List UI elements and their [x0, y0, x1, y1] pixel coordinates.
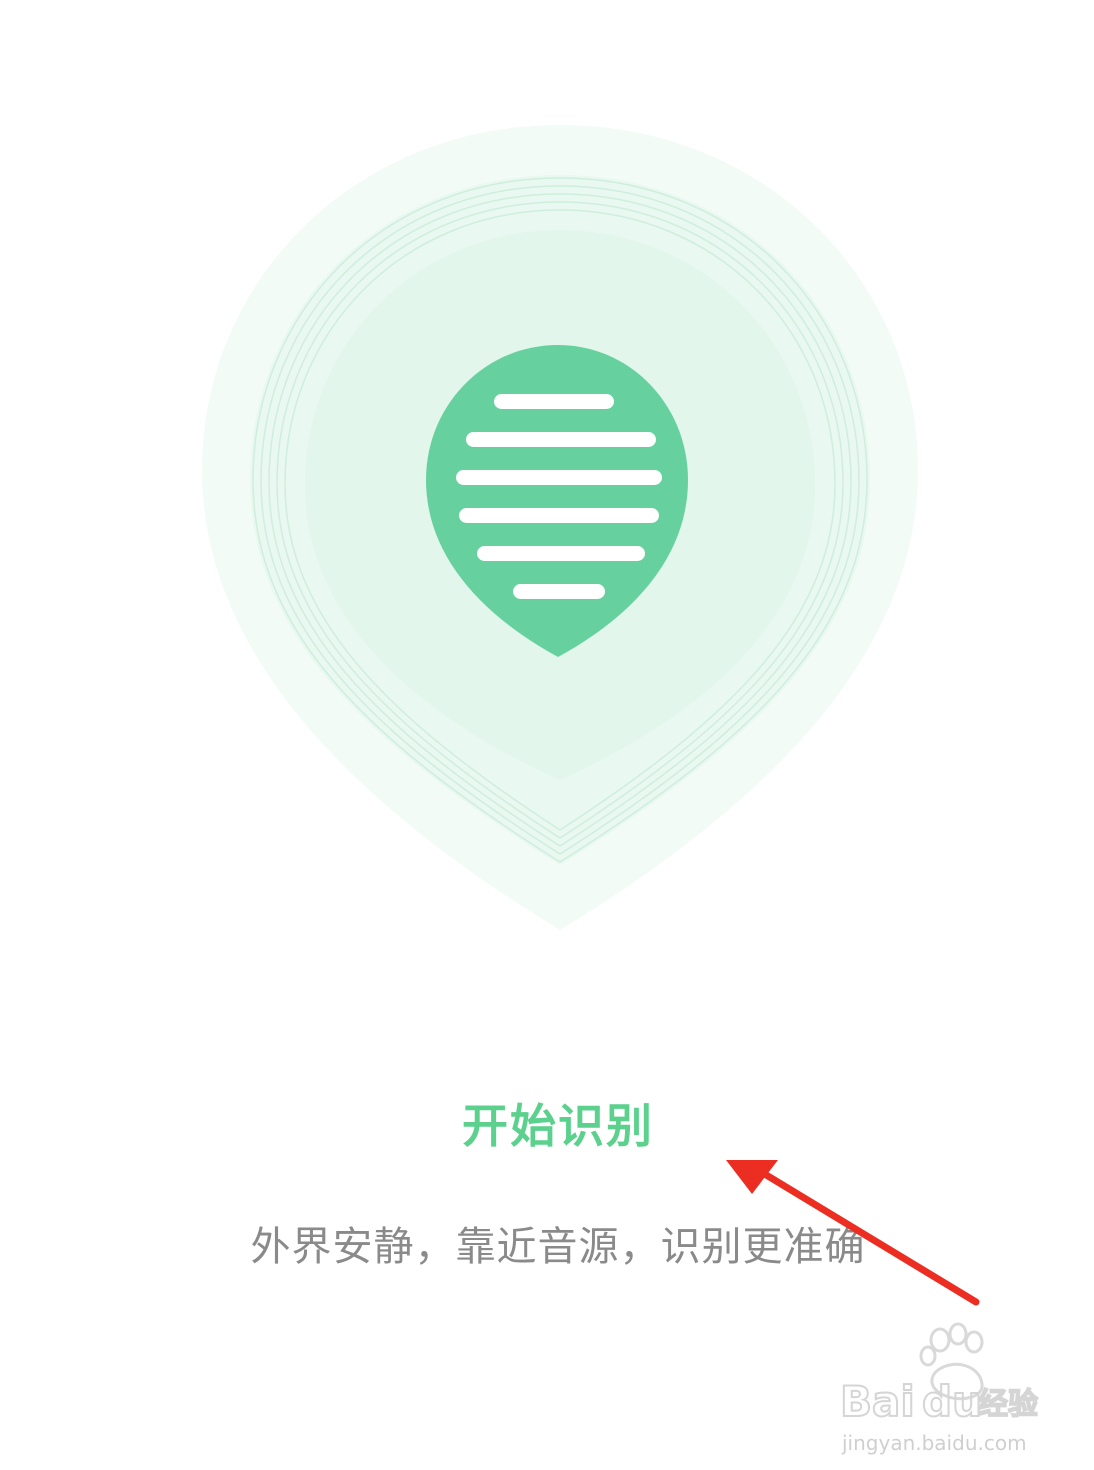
svg-text:Bai: Bai — [840, 1377, 915, 1426]
baidu-paw-logo-icon: Bai du 经验 jingyan.baidu.com — [839, 1322, 1039, 1455]
watermark-url: jingyan.baidu.com — [841, 1431, 1027, 1455]
svg-text:du: du — [922, 1377, 982, 1426]
recognition-halo — [202, 125, 918, 930]
recognition-screen: 开始识别 外界安静，靠近音源，识别更准确 Bai du 经验 jingyan.b… — [0, 0, 1094, 1470]
svg-text:经验: 经验 — [978, 1387, 1038, 1422]
recognition-hint: 外界安静，靠近音源，识别更准确 — [250, 1224, 866, 1270]
baidu-jingyan-watermark: Bai du 经验 jingyan.baidu.com — [820, 1318, 1060, 1458]
start-recognition-graphic[interactable] — [180, 100, 940, 960]
start-recognition-label[interactable]: 开始识别 — [0, 1090, 1094, 1156]
